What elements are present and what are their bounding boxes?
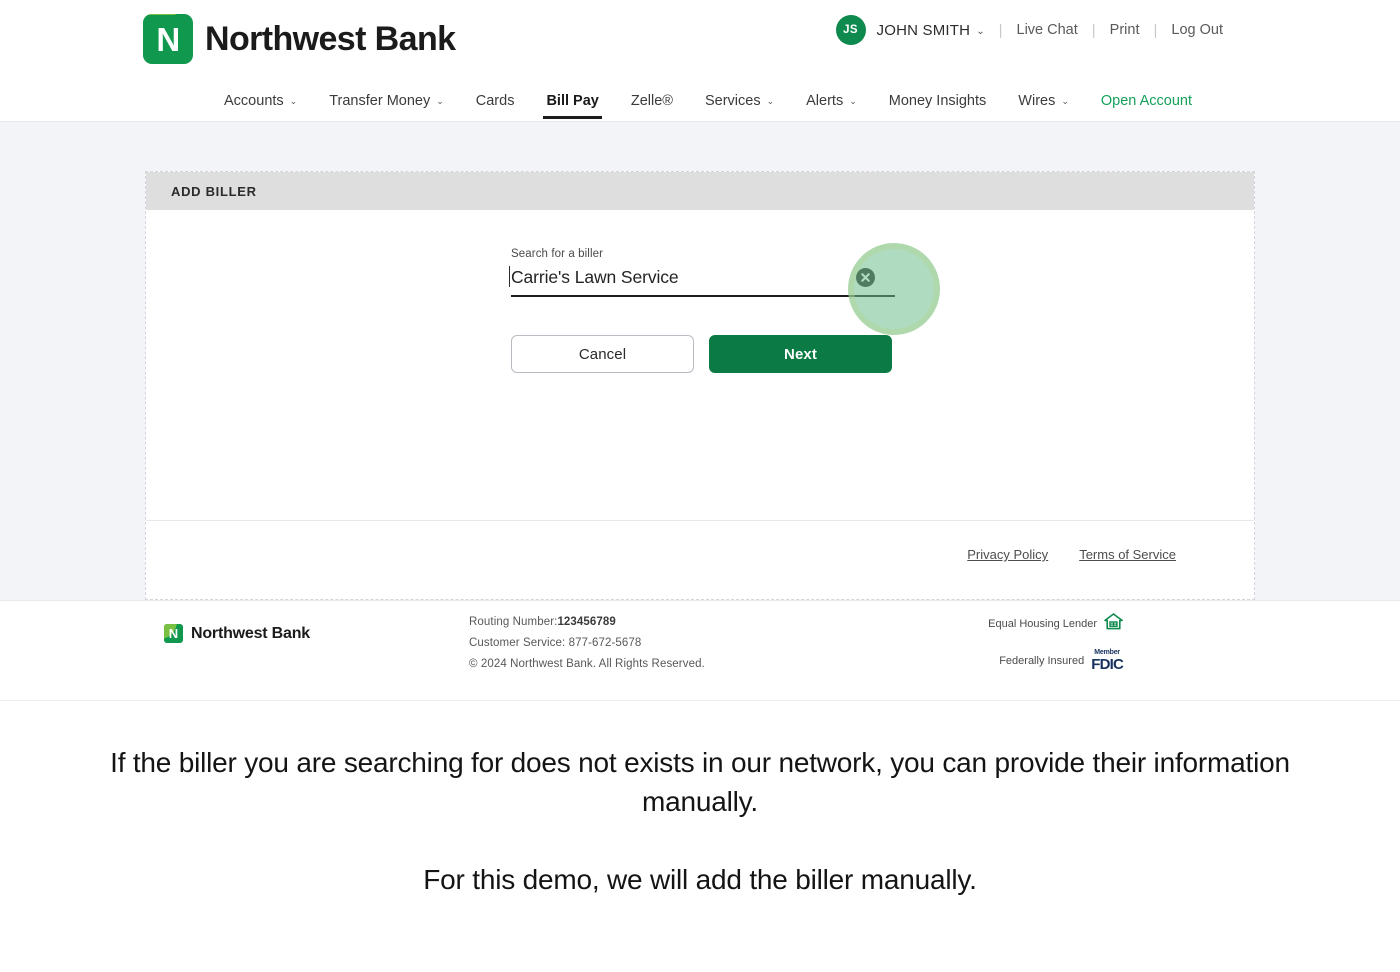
northwest-bank-logo-icon: N — [164, 624, 183, 643]
user-utility-bar: JS JOHN SMITH ⌄ | Live Chat | Print | Lo… — [835, 15, 1223, 45]
biller-search-field-group: Search for a biller Carrie's Lawn Servic… — [509, 243, 940, 335]
search-input-label: Search for a biller — [511, 248, 604, 260]
nav-label-open-account: Open Account — [1100, 92, 1192, 109]
header-divider-1: | — [998, 21, 1003, 39]
equal-housing-lender-label: Equal Housing Lender — [988, 618, 1097, 630]
cancel-button[interactable]: Cancel — [511, 335, 694, 373]
chevron-down-icon: ⌄ — [1061, 96, 1069, 106]
nav-item-accounts[interactable]: Accounts ⌄ — [208, 80, 313, 122]
card-footer: Privacy Policy Terms of Service — [146, 520, 1254, 588]
footer-bank-info: Routing Number:123456789 Customer Servic… — [469, 616, 705, 670]
clear-x-icon[interactable] — [856, 268, 875, 287]
nav-label-cards: Cards — [475, 92, 515, 109]
nav-item-alerts[interactable]: Alerts ⌄ — [790, 80, 873, 122]
logo-letter: N — [168, 626, 179, 641]
print-link[interactable]: Print — [1110, 22, 1140, 38]
caption-area: If the biller you are searching for does… — [0, 700, 1400, 972]
nav-item-transfer-money[interactable]: Transfer Money ⌄ — [313, 80, 460, 122]
logo-letter: N — [156, 20, 180, 58]
chevron-down-icon: ⌄ — [766, 96, 775, 106]
page-title: ADD BILLER — [171, 183, 257, 199]
routing-number-value: 123456789 — [557, 616, 616, 628]
search-input-row[interactable]: Carrie's Lawn Service — [509, 266, 895, 297]
avatar[interactable]: JS — [835, 15, 866, 45]
nav-item-money-insights[interactable]: Money Insights — [873, 80, 1003, 122]
search-input[interactable]: Carrie's Lawn Service — [509, 266, 856, 288]
nav-label-accounts: Accounts — [224, 92, 284, 109]
routing-number-label: Routing Number: — [469, 616, 558, 628]
banking-app-window: N Northwest Bank JS JOHN SMITH ⌄ | Live … — [0, 0, 1400, 701]
nav-label-money-insights: Money Insights — [888, 92, 987, 109]
nav-label-zelle: Zelle® — [630, 92, 673, 109]
caption-line-2: For this demo, we will add the biller ma… — [423, 864, 977, 896]
nav-label-wires: Wires — [1018, 92, 1056, 109]
form-actions: Cancel Next — [511, 335, 892, 373]
nav-item-services[interactable]: Services ⌄ — [689, 80, 790, 122]
terms-of-service-link[interactable]: Terms of Service — [1079, 547, 1176, 562]
equal-housing-lender-badge: Equal Housing Lender — [988, 613, 1123, 635]
copyright-line: © 2024 Northwest Bank. All Rights Reserv… — [469, 658, 705, 670]
chevron-down-icon: ⌄ — [289, 96, 298, 106]
nav-items-container: Accounts ⌄ Transfer Money ⌄ Cards Bill P… — [192, 80, 1208, 122]
card-title-bar: ADD BILLER — [146, 172, 1254, 210]
nav-label-transfer-money: Transfer Money — [329, 92, 431, 109]
next-button[interactable]: Next — [709, 335, 892, 373]
footer-brand-name: Northwest Bank — [191, 624, 310, 642]
nav-label-alerts: Alerts — [806, 92, 844, 109]
equal-housing-house-icon — [1104, 613, 1123, 635]
nav-item-open-account[interactable]: Open Account — [1085, 80, 1208, 122]
card-body: Search for a biller Carrie's Lawn Servic… — [146, 210, 1254, 520]
brand-logo[interactable]: N Northwest Bank — [143, 14, 456, 64]
top-header: N Northwest Bank JS JOHN SMITH ⌄ | Live … — [0, 0, 1400, 80]
log-out-link[interactable]: Log Out — [1171, 22, 1223, 38]
privacy-policy-link[interactable]: Privacy Policy — [967, 547, 1048, 562]
customer-service-line: Customer Service: 877-672-5678 — [469, 637, 642, 649]
federally-insured-label: Federally Insured — [999, 654, 1085, 667]
nav-item-zelle[interactable]: Zelle® — [615, 80, 689, 122]
footer-compliance-badges: Equal Housing Lender Federally Insured M… — [988, 613, 1124, 673]
header-divider-3: | — [1153, 21, 1158, 39]
northwest-bank-logo-icon: N — [143, 14, 193, 64]
footer-brand: N Northwest Bank — [164, 624, 310, 643]
nav-item-cards[interactable]: Cards — [460, 80, 531, 122]
main-navigation: Accounts ⌄ Transfer Money ⌄ Cards Bill P… — [0, 80, 1400, 122]
header-divider-2: | — [1091, 21, 1096, 39]
caption-line-1: If the biller you are searching for does… — [110, 747, 1290, 817]
routing-number-line: Routing Number:123456789 — [469, 616, 705, 628]
nav-item-bill-pay[interactable]: Bill Pay — [530, 80, 614, 122]
fdic-member-text: Member — [1094, 649, 1120, 656]
fdic-badge: Federally Insured Member FDIC — [999, 649, 1124, 673]
live-chat-link[interactable]: Live Chat — [1017, 22, 1078, 38]
chevron-down-icon[interactable]: ⌄ — [976, 26, 984, 37]
nav-label-bill-pay: Bill Pay — [546, 92, 599, 109]
add-biller-card: ADD BILLER Search for a biller Carrie's … — [145, 171, 1255, 600]
brand-name: Northwest Bank — [205, 19, 456, 58]
nav-item-wires[interactable]: Wires ⌄ — [1002, 80, 1085, 122]
chevron-down-icon: ⌄ — [849, 96, 857, 106]
page-content: ADD BILLER Search for a biller Carrie's … — [0, 122, 1400, 600]
fdic-logo-icon: Member FDIC — [1091, 649, 1124, 673]
fdic-main-text: FDIC — [1091, 656, 1124, 673]
user-name-label[interactable]: JOHN SMITH — [877, 22, 971, 39]
site-footer: N Northwest Bank Routing Number:12345678… — [0, 600, 1400, 701]
nav-label-services: Services — [704, 92, 761, 109]
chevron-down-icon: ⌄ — [436, 96, 444, 106]
